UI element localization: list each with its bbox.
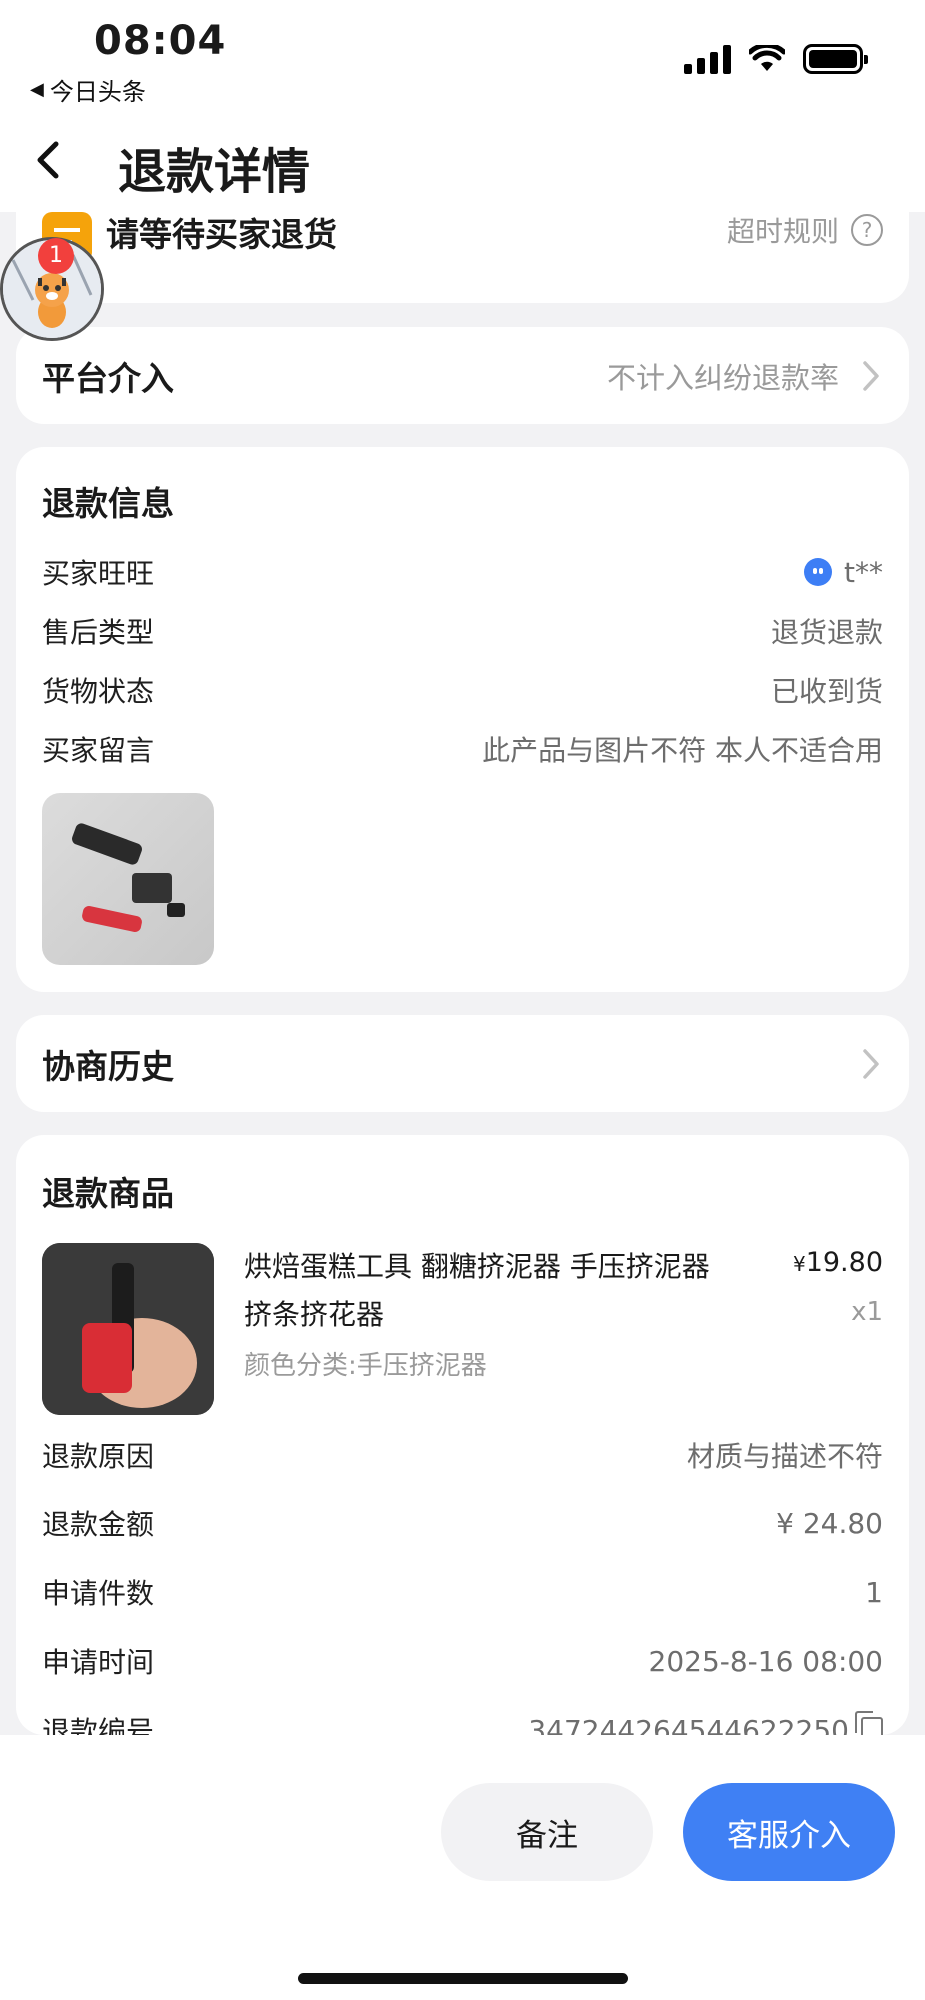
- goods-value: 2025-8-16 08:00: [648, 1644, 884, 1678]
- status-time: 08:04: [94, 18, 227, 64]
- goods-label: 退款金额: [42, 1508, 155, 1541]
- goods-row-time: 申请时间 2025-8-16 08:00: [42, 1641, 883, 1681]
- cellular-signal-icon: [684, 44, 731, 74]
- info-row-type: 售后类型 退货退款: [42, 611, 883, 651]
- goods-value: 材质与描述不符: [686, 1440, 883, 1473]
- refund-info-card: 退款信息 买家旺旺 t** 售后类型 退货退款 货物状态 已收到货 买家留言 此…: [16, 447, 909, 992]
- battery-icon: [803, 44, 868, 74]
- platform-title: 平台介入: [42, 358, 174, 398]
- info-value: 此产品与图片不符 本人不适合用: [482, 734, 883, 767]
- wangwang-chat-icon[interactable]: [804, 558, 833, 586]
- refund-status-text: 请等待买家退货: [106, 215, 337, 254]
- goods-price: ¥19.80: [793, 1247, 883, 1278]
- timeout-rule-label: 超时规则: [726, 215, 839, 248]
- bottom-action-bar: 备注 客服介入: [0, 1735, 925, 2000]
- goods-row-amount: 退款金额 ¥ 24.80: [42, 1503, 883, 1543]
- info-value: 已收到货: [770, 675, 883, 708]
- home-indicator[interactable]: [298, 1973, 628, 1984]
- product-photo-image: [72, 823, 185, 932]
- customer-service-button[interactable]: 客服介入: [683, 1783, 895, 1881]
- price-value: 19.80: [805, 1247, 883, 1278]
- goods-spec: 颜色分类:手压挤泥器: [244, 1351, 487, 1381]
- info-row-buyer: 买家旺旺 t**: [42, 552, 883, 592]
- chevron-right-icon: [863, 360, 879, 391]
- info-label: 买家留言: [42, 734, 155, 767]
- wifi-icon: [749, 45, 785, 71]
- negotiation-title: 协商历史: [42, 1046, 174, 1086]
- top-bar: 08:04 ◀ 今日头条 退款详情: [0, 0, 925, 212]
- buyer-evidence-photo[interactable]: [42, 793, 214, 965]
- notification-count-badge: 1: [38, 238, 74, 274]
- goods-label: 申请件数: [42, 1577, 155, 1610]
- note-button[interactable]: 备注: [441, 1783, 653, 1881]
- chevron-right-icon: [863, 1048, 879, 1079]
- platform-value: 不计入纠纷退款率: [606, 360, 839, 395]
- platform-intervention-row[interactable]: 平台介入 不计入纠纷退款率: [16, 327, 909, 424]
- goods-quantity: x1: [851, 1297, 883, 1327]
- buyer-name[interactable]: t**: [844, 556, 883, 589]
- goods-thumbnail[interactable]: [42, 1243, 214, 1415]
- system-status-icons: [684, 44, 868, 74]
- refund-goods-card: 退款商品 烘焙蛋糕工具 翻糖挤泥器 手压挤泥器挤条挤花器 颜色分类:手压挤泥器 …: [16, 1135, 909, 1748]
- question-circle-icon: ?: [851, 214, 883, 246]
- goods-name[interactable]: 烘焙蛋糕工具 翻糖挤泥器 手压挤泥器挤条挤花器: [244, 1243, 714, 1339]
- negotiation-history-row[interactable]: 协商历史: [16, 1015, 909, 1112]
- info-label: 买家旺旺: [42, 557, 155, 590]
- goods-value: 1: [865, 1575, 883, 1609]
- goods-row-reason: 退款原因 材质与描述不符: [42, 1435, 883, 1475]
- product-image: [42, 1243, 214, 1415]
- goods-row-count: 申请件数 1: [42, 1572, 883, 1612]
- back-arrow-icon[interactable]: [34, 140, 64, 180]
- back-to-app[interactable]: ◀ 今日头条: [30, 72, 146, 107]
- timeout-rule-link[interactable]: 超时规则 ?: [727, 210, 883, 250]
- info-row-goods-status: 货物状态 已收到货: [42, 670, 883, 710]
- refund-info-title: 退款信息: [42, 484, 174, 523]
- back-app-label: 今日头条: [49, 78, 146, 106]
- goods-value: ¥ 24.80: [776, 1506, 883, 1540]
- back-triangle-icon: ◀: [30, 79, 44, 100]
- page-title: 退款详情: [118, 144, 311, 200]
- info-row-message: 买家留言 此产品与图片不符 本人不适合用: [42, 729, 883, 769]
- goods-label: 退款原因: [42, 1440, 155, 1473]
- info-label: 货物状态: [42, 675, 155, 708]
- info-value: 退货退款: [770, 616, 883, 649]
- goods-label: 申请时间: [42, 1646, 155, 1679]
- info-label: 售后类型: [42, 616, 155, 649]
- goods-title: 退款商品: [42, 1174, 174, 1213]
- currency-symbol: ¥: [792, 1252, 806, 1276]
